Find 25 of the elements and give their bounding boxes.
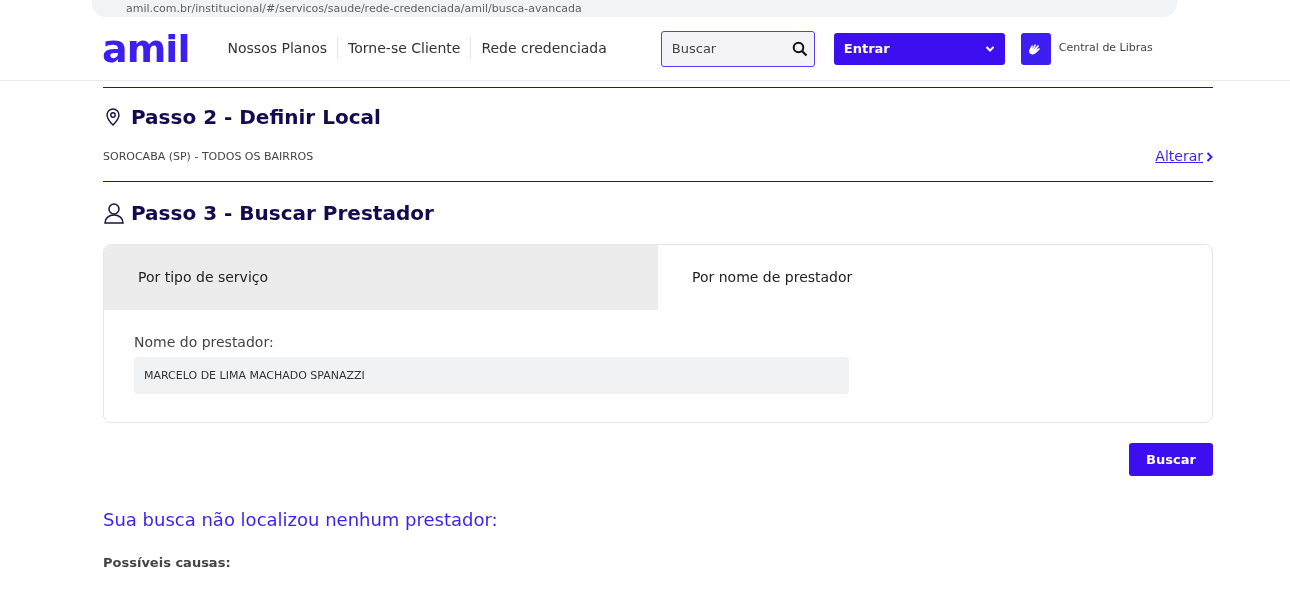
amil-logo[interactable]: amil [102, 29, 190, 68]
address-bar[interactable]: amil.com.br/institucional/#/servicos/saude/rede-credenciada/amil/busca-avancada [92, 0, 1177, 17]
step-heading: Passo 3 - Buscar Prestador [131, 200, 434, 227]
field-label: Nome do prestador: [134, 333, 275, 352]
sign-language-button[interactable] [1020, 32, 1051, 65]
step-heading: Passo 2 - Definir Local [131, 104, 381, 131]
tab[interactable]: Por tipo de serviço [104, 245, 658, 310]
nav-link[interactable]: Torne-se Cliente [337, 38, 471, 59]
search-field[interactable]: Buscar [660, 30, 815, 67]
nav-link[interactable]: Nossos Planos [227, 38, 338, 59]
user-icon [103, 202, 125, 224]
no-results-heading: Sua busca não localizou nenhum prestador: [103, 508, 499, 532]
chevron-down-icon [984, 44, 995, 53]
causes-label: Possíveis causas: [103, 554, 232, 572]
url-text: amil.com.br/institucional/#/servicos/saude/rede-credenciada/amil/busca-avancada [126, 3, 582, 14]
change-link[interactable]: Alterar [1155, 146, 1213, 167]
search-icon[interactable] [791, 40, 808, 57]
search-button[interactable]: Buscar [1129, 443, 1213, 476]
libras-link[interactable]: Central de Libras [1058, 40, 1153, 57]
location-text: SOROCABA (SP) - TODOS OS BAIRROS [103, 148, 314, 165]
location-pin-icon [103, 107, 123, 127]
login-dropdown-button[interactable]: Entrar [833, 32, 1005, 65]
chevron-right-icon [1206, 151, 1213, 162]
nav-link[interactable]: Rede credenciada [470, 38, 617, 59]
provider-name-field[interactable]: MARCELO DE LIMA MACHADO SPANAZZI [134, 357, 849, 394]
